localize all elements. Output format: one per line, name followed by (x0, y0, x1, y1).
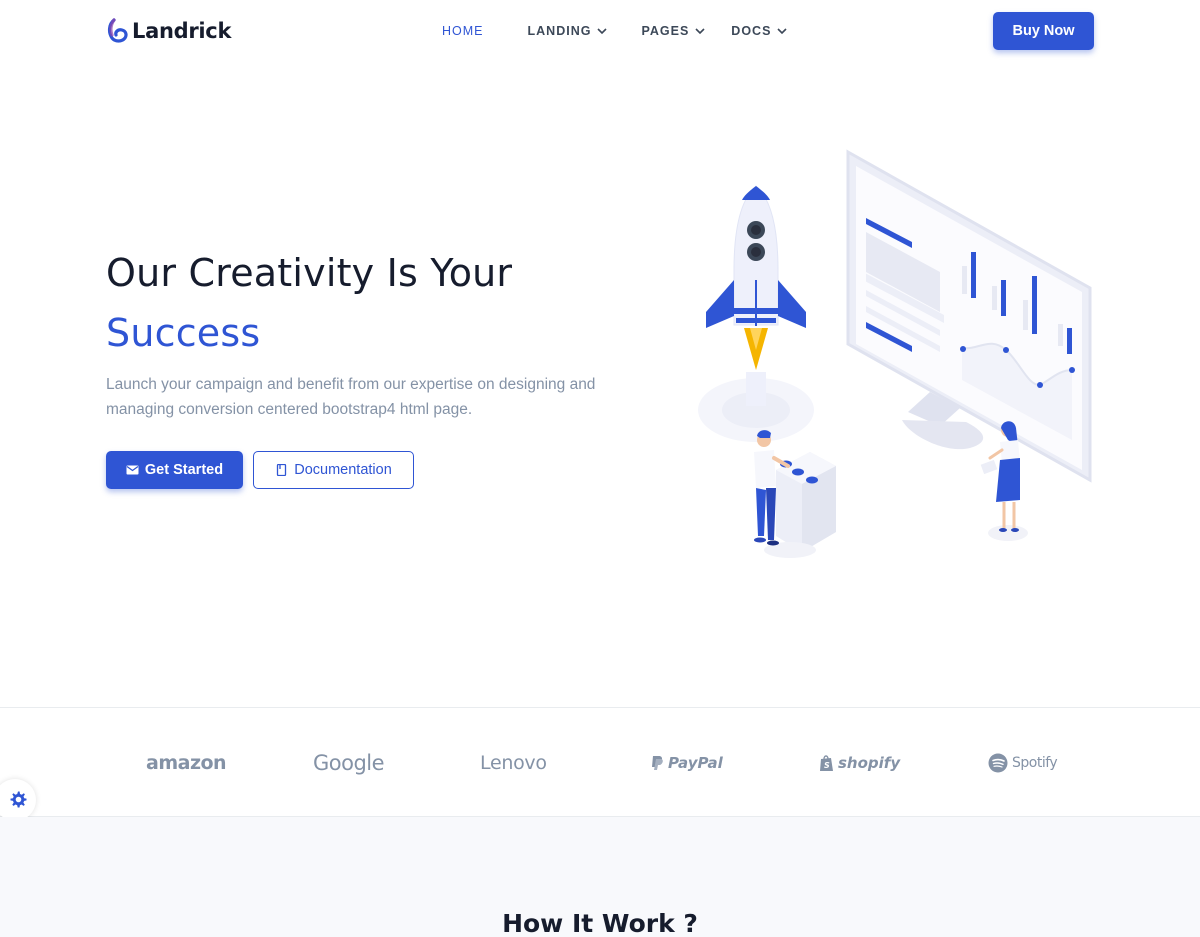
top-navbar: Landrick HOME LANDING PAGES DOCS Buy Now (0, 0, 1200, 64)
how-it-works-section: How It Work ? (0, 817, 1200, 937)
main-nav: HOME LANDING PAGES DOCS (442, 24, 821, 38)
hero-illustration (698, 149, 1092, 558)
landrick-logo-icon (107, 18, 128, 43)
monitor-icon (846, 149, 1092, 483)
section-title: How It Work ? (502, 909, 698, 937)
hero-description: Launch your campaign and benefit from ou… (106, 376, 596, 418)
book-icon (277, 464, 287, 476)
paypal-icon (652, 756, 663, 770)
hero-heading: Our Creativity Is Your Success (106, 243, 512, 363)
lenovo-logo: Lenovo (480, 748, 547, 778)
brand-name: Landrick (132, 19, 232, 43)
partner-name: shopify (838, 754, 901, 772)
partner-name: PayPal (668, 754, 723, 772)
rocket-icon (706, 185, 806, 406)
partner-name: amazon (146, 752, 227, 774)
nav-item-home[interactable]: HOME (442, 24, 484, 38)
spotify-icon (988, 753, 1008, 773)
nav-item-label: HOME (442, 24, 484, 38)
shopify-bag-icon: S (820, 755, 833, 771)
get-started-button[interactable]: Get Started (106, 451, 243, 489)
nav-item-pages[interactable]: PAGES (641, 24, 705, 38)
nav-item-landing[interactable]: LANDING (528, 24, 608, 38)
chevron-down-icon (695, 28, 705, 35)
paypal-logo: PayPal (650, 748, 723, 778)
svg-text:S: S (824, 761, 830, 770)
get-started-label: Get Started (144, 462, 224, 478)
hero-heading-accent: Success (106, 311, 261, 355)
brand-logo[interactable]: Landrick (106, 18, 231, 44)
partner-name: Lenovo (480, 752, 547, 774)
hero-heading-line: Our Creativity Is Your (106, 251, 513, 295)
chevron-down-icon (777, 28, 787, 35)
google-logo: Google (313, 748, 385, 778)
nav-item-label: PAGES (641, 24, 690, 38)
buy-now-button[interactable]: Buy Now (993, 12, 1094, 50)
mail-icon (126, 465, 139, 475)
shopify-logo: S shopify (819, 748, 900, 778)
partner-name: Google (313, 751, 385, 775)
documentation-button[interactable]: Documentation (253, 451, 414, 489)
nav-item-label: LANDING (527, 24, 592, 38)
nav-item-docs[interactable]: DOCS (731, 24, 787, 38)
amazon-logo: amazon (146, 748, 227, 778)
spotify-logo: Spotify (988, 748, 1058, 778)
gear-icon (10, 791, 27, 808)
partner-name: Spotify (1012, 755, 1058, 771)
nav-item-label: DOCS (731, 24, 772, 38)
chevron-down-icon (597, 28, 608, 35)
partners-strip: amazon Google Lenovo PayPal S shopify Sp… (0, 707, 1200, 817)
documentation-label: Documentation (294, 462, 392, 478)
